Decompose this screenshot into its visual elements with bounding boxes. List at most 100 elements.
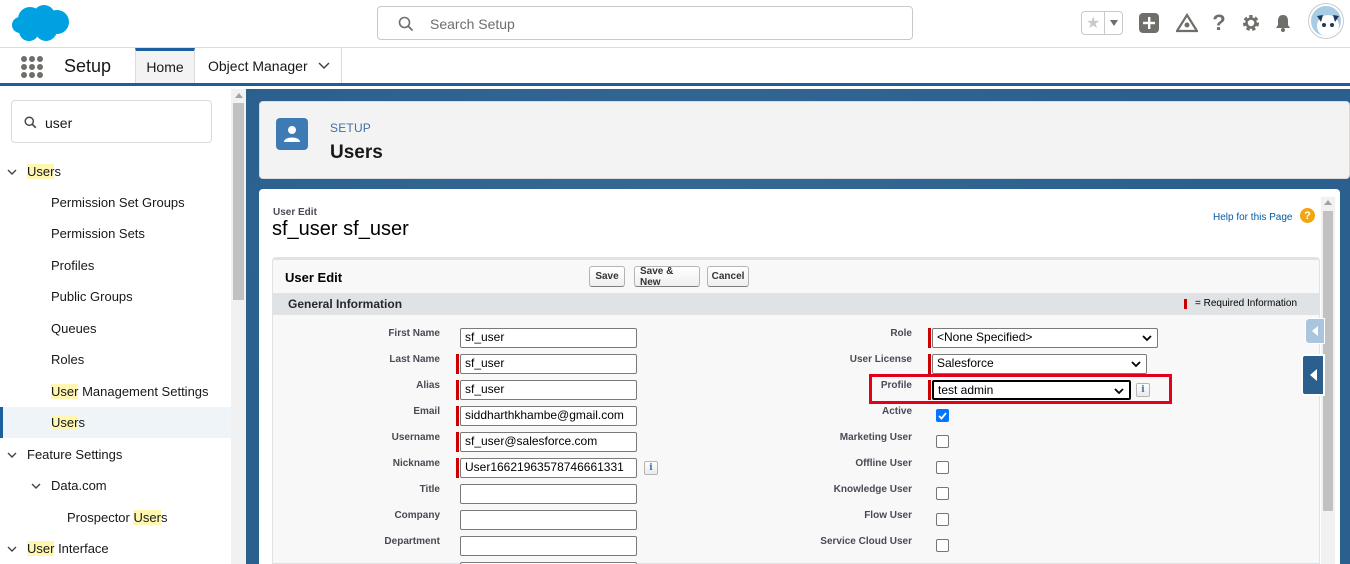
- question-icon[interactable]: ?: [1300, 208, 1315, 223]
- tree-item-user-management-settings[interactable]: User Management Settings: [0, 376, 231, 407]
- user-license-label: User License: [849, 354, 912, 365]
- tree-item-label: Profiles: [51, 258, 95, 273]
- side-panel-toggle[interactable]: [1301, 354, 1325, 396]
- tree-item-label: Queues: [51, 321, 97, 336]
- role-select[interactable]: <None Specified>: [932, 328, 1158, 348]
- tree-item-label: Users: [27, 164, 61, 179]
- required-marker: [456, 380, 459, 400]
- required-marker: [928, 328, 931, 348]
- tab-object-manager[interactable]: Object Manager: [196, 48, 342, 83]
- tree-item-label: Roles: [51, 352, 85, 367]
- role-value: <None Specified>: [937, 330, 1033, 344]
- marketing-user-checkbox[interactable]: [936, 435, 949, 448]
- scroll-up-icon[interactable]: [235, 93, 243, 98]
- cancel-button[interactable]: Cancel: [707, 266, 749, 287]
- tree-item-feature-settings[interactable]: Feature Settings: [0, 439, 231, 470]
- tree-item-label: User Interface: [27, 541, 109, 556]
- required-marker: [456, 458, 459, 478]
- quick-find-value: user: [45, 115, 73, 131]
- app-launcher-icon[interactable]: [21, 56, 43, 78]
- tree-item-users-active[interactable]: Users: [0, 407, 231, 438]
- chevron-down-icon[interactable]: [6, 166, 18, 178]
- help-icon[interactable]: ?: [1208, 10, 1230, 35]
- search-placeholder: Search Setup: [430, 16, 515, 32]
- tree-item-public-groups[interactable]: Public Groups: [0, 281, 231, 312]
- active-checkbox[interactable]: [936, 409, 949, 422]
- offline-user-label: Offline User: [855, 458, 912, 469]
- active-label: Active: [881, 406, 912, 417]
- knowledge-user-checkbox[interactable]: [936, 487, 949, 500]
- tree-item-permission-set-groups[interactable]: Permission Set Groups: [0, 187, 231, 218]
- block-title: User Edit: [285, 270, 343, 285]
- user-license-value: Salesforce: [937, 356, 994, 370]
- tree-item-prospector-users[interactable]: Prospector Users: [0, 502, 231, 533]
- username-field[interactable]: sf_user@salesforce.com: [460, 432, 637, 452]
- quick-find-input[interactable]: user: [11, 100, 212, 143]
- flow-user-checkbox[interactable]: [936, 513, 949, 526]
- page-title: Users: [330, 142, 383, 163]
- favorites-star-icon[interactable]: ★: [1082, 12, 1106, 34]
- scrollbar-thumb[interactable]: [233, 103, 244, 300]
- last-name-label: Last Name: [389, 354, 440, 365]
- tree-item-label: User Management Settings: [51, 384, 209, 399]
- last-name-field[interactable]: sf_user: [460, 354, 637, 374]
- email-field[interactable]: siddharthkhambe@gmail.com: [460, 406, 637, 426]
- user-license-select[interactable]: Salesforce: [932, 354, 1147, 374]
- page-eyebrow: SETUP: [330, 121, 372, 135]
- chevron-down-icon[interactable]: [6, 449, 18, 461]
- bell-icon[interactable]: [1272, 12, 1294, 34]
- context-nav: Setup Home Object Manager: [0, 48, 1350, 86]
- chevron-down-icon[interactable]: [318, 61, 330, 70]
- tab-home[interactable]: Home: [135, 48, 195, 83]
- user-edit-frame: User Edit sf_user sf_user Help for this …: [259, 189, 1340, 564]
- tree-item-permission-sets[interactable]: Permission Sets: [0, 218, 231, 249]
- tree-item-data-com[interactable]: Data.com: [0, 470, 231, 501]
- required-marker: [928, 354, 931, 374]
- first-name-field[interactable]: sf_user: [460, 328, 637, 348]
- marketing-user-label: Marketing User: [839, 432, 912, 443]
- department-label: Department: [384, 536, 440, 547]
- tree-item-queues[interactable]: Queues: [0, 313, 231, 344]
- chevron-down-icon[interactable]: [30, 480, 42, 492]
- avatar[interactable]: [1309, 4, 1343, 38]
- save-button[interactable]: Save: [589, 266, 625, 287]
- help-link[interactable]: Help for this Page: [1213, 212, 1293, 223]
- tree-item-label: Permission Set Groups: [51, 195, 185, 210]
- tree-item-user-interface[interactable]: User Interface: [0, 533, 231, 564]
- info-icon[interactable]: i: [644, 461, 658, 475]
- gear-icon[interactable]: [1240, 12, 1262, 34]
- app-name: Setup: [64, 56, 112, 76]
- global-header: Search Setup ★ ?: [0, 0, 1350, 48]
- add-icon[interactable]: [1138, 12, 1160, 34]
- sidebar-scrollbar[interactable]: [231, 89, 246, 564]
- setup-sidebar: user Users Permission Set Groups Permiss…: [0, 89, 246, 564]
- alias-field[interactable]: sf_user: [460, 380, 637, 400]
- offline-user-checkbox[interactable]: [936, 461, 949, 474]
- knowledge-user-label: Knowledge User: [833, 484, 912, 495]
- section-title: General Information: [288, 297, 403, 311]
- chevron-left-icon: [1312, 326, 1318, 336]
- favorites-dropdown-icon[interactable]: [1105, 12, 1122, 34]
- record-subtitle: User Edit: [273, 207, 317, 218]
- username-label: Username: [391, 432, 440, 443]
- salesforce-logo[interactable]: [12, 3, 70, 43]
- trailhead-icon[interactable]: [1176, 12, 1198, 34]
- chevron-down-icon[interactable]: [6, 543, 18, 555]
- department-field[interactable]: [460, 536, 637, 556]
- save-new-button[interactable]: Save & New: [634, 266, 700, 288]
- tree-item-profiles[interactable]: Profiles: [0, 250, 231, 281]
- service-cloud-user-checkbox[interactable]: [936, 539, 949, 552]
- service-cloud-user-label: Service Cloud User: [820, 536, 912, 547]
- title-field[interactable]: [460, 484, 637, 504]
- scroll-up-icon[interactable]: [1324, 200, 1332, 205]
- global-search-input[interactable]: Search Setup: [377, 6, 913, 40]
- tree-item-roles[interactable]: Roles: [0, 344, 231, 375]
- tree-item-users[interactable]: Users: [0, 156, 231, 187]
- search-icon: [24, 116, 37, 129]
- tree-item-label: Data.com: [51, 478, 107, 493]
- required-marker: [456, 432, 459, 452]
- side-panel-toggle-secondary[interactable]: [1305, 318, 1325, 344]
- required-marker: [1184, 299, 1187, 309]
- nickname-field[interactable]: User16621963578746661331: [460, 458, 637, 478]
- company-field[interactable]: [460, 510, 637, 530]
